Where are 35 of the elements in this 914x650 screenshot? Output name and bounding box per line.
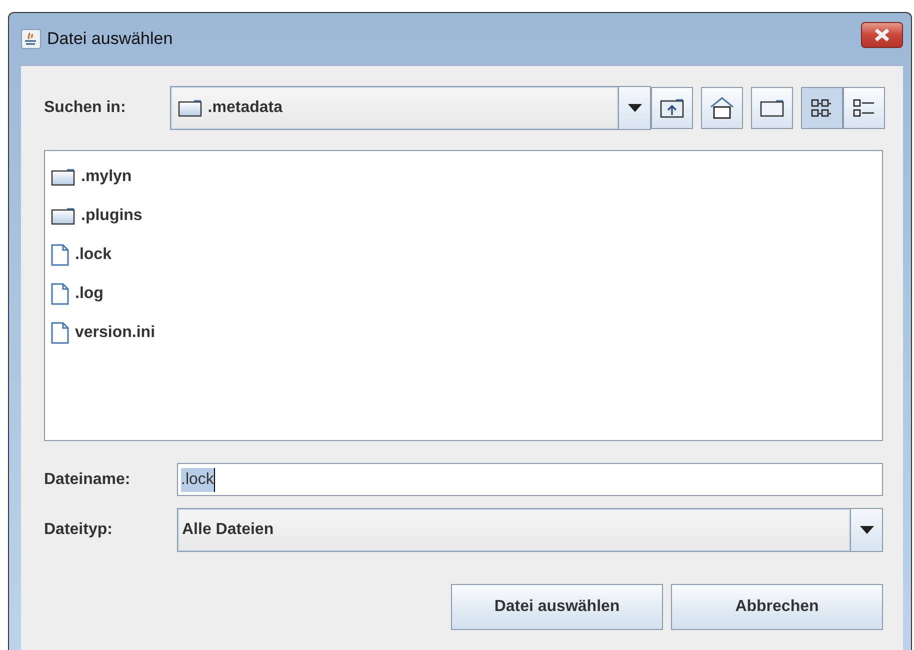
folder-icon [51,168,75,186]
window-title: Datei auswählen [47,28,173,50]
toolbar-button[interactable] [701,87,743,129]
caret-icon [628,104,642,112]
home-icon [709,96,735,120]
folder-icon [178,99,202,117]
look-in-dropdown[interactable]: .metadata [170,86,651,130]
file-item[interactable]: .lock [75,242,112,266]
cancel-button[interactable]: Abbrechen [671,584,883,630]
caret-icon [860,526,874,534]
folder-item[interactable]: .mylyn [81,164,132,188]
file-type-label: Dateityp: [44,520,114,540]
folder-item[interactable]: .plugins [81,204,142,228]
file-icon [51,282,69,304]
view-toggle-button[interactable] [801,87,843,129]
toolbar-button[interactable] [751,87,793,129]
close-button[interactable] [861,22,903,48]
file-item[interactable]: version.ini [75,320,156,344]
close-icon [873,28,891,42]
folder-icon [759,98,785,118]
look-in-label: Suchen in: [44,98,127,118]
select-file-button[interactable]: Datei auswählen [451,584,663,630]
folder-icon [51,206,75,224]
folder-up-icon [659,97,685,119]
view-toggle-button[interactable] [843,87,885,129]
details-view-icon [852,97,876,119]
file-icon [51,244,69,266]
file-name-label: Dateiname: [44,470,132,490]
file-item[interactable]: .log [75,282,104,306]
toolbar-button[interactable] [651,87,693,129]
file-icon [51,322,69,344]
list-view-icon [810,97,834,119]
file-type-dropdown[interactable]: Alle Dateien [177,508,883,552]
file-name-field[interactable]: .lock [177,463,883,496]
java-cup-icon [21,29,41,49]
